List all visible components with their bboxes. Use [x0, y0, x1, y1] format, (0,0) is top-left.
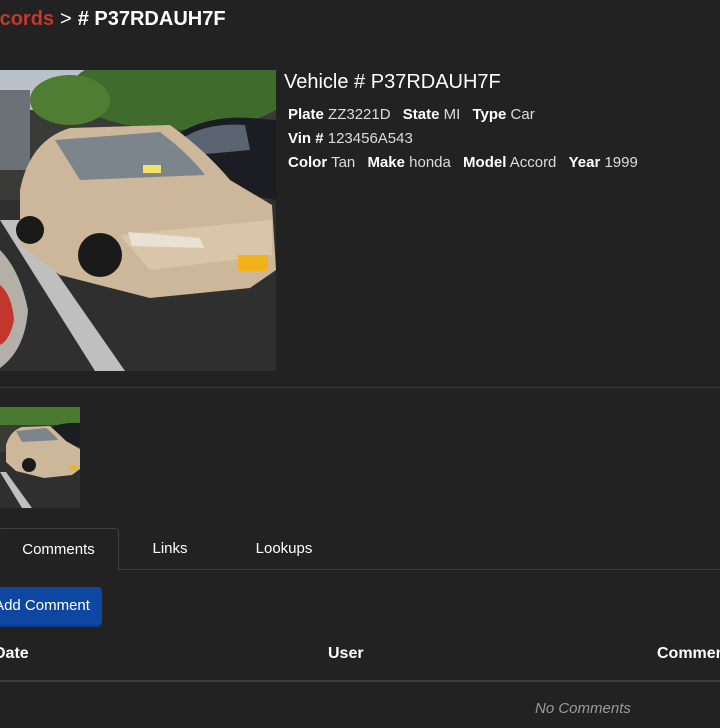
- tabs-underline: [117, 569, 720, 570]
- model-value: Accord: [509, 154, 557, 171]
- column-header-comment[interactable]: Comment: [657, 645, 720, 663]
- plate-label: Plate: [288, 106, 324, 123]
- add-comment-button[interactable]: Add Comment: [0, 587, 102, 625]
- breadcrumb-current: # P37RDAUH7F: [77, 8, 226, 30]
- column-header-user[interactable]: User: [328, 645, 364, 663]
- breadcrumb-records-link[interactable]: Records: [0, 8, 54, 31]
- vehicle-photo-thumbnail[interactable]: [0, 407, 80, 508]
- empty-comments-message: No Comments: [535, 700, 631, 717]
- vehicle-record-page: Records > # P37RDAUH7F: [0, 0, 720, 728]
- make-value: honda: [409, 154, 451, 171]
- type-value: Car: [510, 106, 535, 123]
- table-header-divider: [0, 680, 720, 682]
- vehicle-photo[interactable]: [0, 70, 276, 371]
- tab-comments[interactable]: Comments: [0, 528, 119, 571]
- vehicle-details-row-1: Plate ZZ3221D State MI Type Car: [288, 106, 543, 123]
- vin-value: 123456A543: [327, 130, 413, 147]
- vin-label: Vin #: [288, 130, 324, 147]
- tab-lookups[interactable]: Lookups: [248, 528, 320, 570]
- vehicle-title: Vehicle # P37RDAUH7F: [284, 71, 501, 93]
- car-thumbnail-illustration: [0, 407, 80, 508]
- car-photo-illustration: [0, 70, 276, 371]
- type-label: Type: [472, 106, 507, 123]
- vehicle-details-row-3: Color Tan Make honda Model Accord Year 1…: [288, 154, 646, 171]
- state-value: MI: [443, 106, 461, 123]
- breadcrumb: Records > # P37RDAUH7F: [0, 8, 226, 31]
- year-label: Year: [568, 154, 601, 171]
- color-label: Color: [288, 154, 328, 171]
- make-label: Make: [367, 154, 405, 171]
- color-value: Tan: [331, 154, 356, 171]
- column-header-date[interactable]: Date: [0, 645, 29, 663]
- model-label: Model: [463, 154, 507, 171]
- section-divider: [0, 387, 720, 388]
- tab-links[interactable]: Links: [140, 528, 200, 570]
- vehicle-details-row-2: Vin # 123456A543: [288, 130, 421, 147]
- year-value: 1999: [604, 154, 638, 171]
- plate-value: ZZ3221D: [328, 106, 391, 123]
- breadcrumb-separator: >: [60, 8, 72, 30]
- record-tabs: Comments Links Lookups: [0, 528, 720, 571]
- state-label: State: [402, 106, 440, 123]
